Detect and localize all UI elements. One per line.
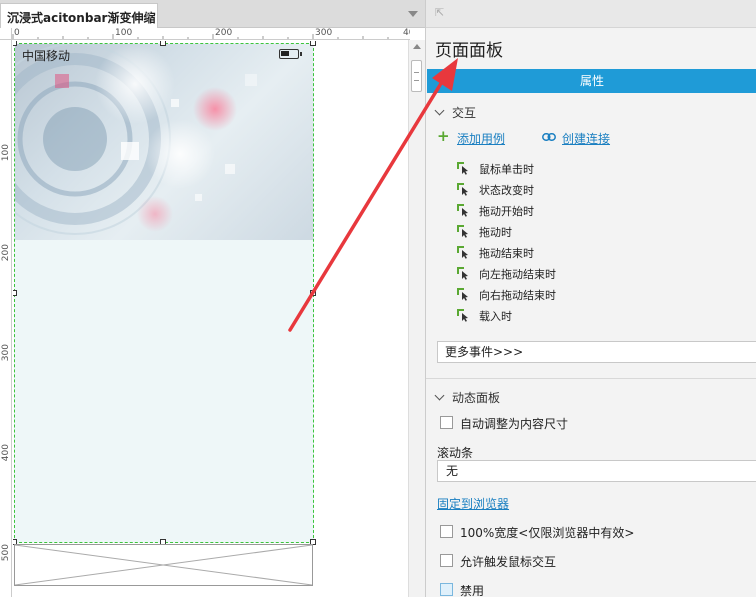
- event-trigger-icon: [457, 267, 468, 280]
- create-link-link[interactable]: 创建连接: [562, 130, 610, 147]
- horizontal-ruler: 0 100 200 300 40: [12, 28, 410, 40]
- ruler-tick-label: 300: [1, 344, 11, 362]
- allow-mouse-checkbox[interactable]: [440, 554, 453, 567]
- auto-fit-label: 自动调整为内容尺寸: [460, 417, 569, 431]
- ruler-corner: [0, 28, 12, 40]
- event-label: 状态改变时: [479, 184, 534, 197]
- event-label: 拖动时: [479, 226, 512, 239]
- resize-handle[interactable]: [310, 41, 316, 46]
- add-case-link[interactable]: 添加用例: [457, 130, 505, 147]
- design-canvas[interactable]: 中国移动: [13, 41, 408, 597]
- event-trigger-icon: [457, 225, 468, 238]
- close-tab-icon[interactable]: ×: [143, 8, 153, 22]
- interaction-section-header[interactable]: 交互: [434, 104, 477, 121]
- event-trigger-icon: [457, 309, 468, 322]
- ruler-tick-label: 400: [1, 444, 11, 462]
- width-100-checkbox[interactable]: [440, 525, 453, 538]
- tab-properties[interactable]: 属性: [427, 69, 756, 93]
- inspector-panel: ⇱ 页面面板 属性 交互 + 添加用例 创建连接 鼠标单击时状态改变时拖动开始时…: [425, 0, 756, 597]
- battery-icon: [279, 49, 302, 59]
- canvas-vertical-scrollbar[interactable]: [408, 40, 425, 597]
- event-label: 载入时: [479, 310, 512, 323]
- inspector-toolbar: ⇱: [426, 0, 756, 28]
- ruler-tick-label: 200: [1, 244, 11, 262]
- canvas-editor: 沉浸式acitonbar渐变伸缩 × 0 100 200 300 40 100: [0, 0, 425, 597]
- event-trigger-icon: [457, 204, 468, 217]
- section-title: 交互: [452, 106, 477, 120]
- more-events-dropdown[interactable]: 更多事件>>>: [437, 341, 756, 363]
- scrollbar-select[interactable]: 无: [437, 460, 756, 482]
- dynamic-panel-section-header[interactable]: 动态面板: [434, 389, 501, 406]
- scrollbar-field-label: 滚动条: [437, 446, 474, 460]
- ruler-tick-label: 500: [1, 544, 11, 562]
- link-icon: [542, 133, 556, 141]
- resize-handle[interactable]: [310, 290, 316, 296]
- auto-fit-checkbox[interactable]: [440, 416, 453, 429]
- header-banner-image: 中国移动: [15, 44, 313, 240]
- event-trigger-icon: [457, 288, 468, 301]
- panel-title: 页面面板: [435, 41, 503, 61]
- allow-mouse-label: 允许触发鼠标交互: [460, 555, 557, 569]
- dynamic-panel-widget[interactable]: 中国移动: [14, 43, 314, 543]
- ruler-tick-label: 100: [1, 144, 11, 162]
- event-trigger-icon: [457, 162, 468, 175]
- chevron-down-icon: [434, 390, 445, 401]
- document-tab[interactable]: 沉浸式acitonbar渐变伸缩 ×: [0, 3, 158, 28]
- document-tab-title: 沉浸式acitonbar渐变伸缩: [7, 11, 156, 25]
- section-divider: [426, 378, 756, 379]
- resize-handle[interactable]: [13, 41, 17, 46]
- resize-handle[interactable]: [160, 41, 166, 46]
- resize-handle[interactable]: [13, 290, 17, 296]
- ruler-ticks: [12, 34, 389, 39]
- chevron-down-icon: [434, 105, 445, 116]
- event-trigger-icon: [457, 183, 468, 196]
- section-title: 动态面板: [452, 391, 501, 405]
- vertical-ruler: 100 200 300 400 500: [0, 40, 12, 597]
- disable-label: 禁用: [460, 584, 485, 597]
- plus-icon: +: [437, 127, 450, 145]
- collapse-panel-icon[interactable]: ⇱: [435, 6, 444, 19]
- event-label: 向左拖动结束时: [479, 268, 556, 281]
- app-root: 沉浸式acitonbar渐变伸缩 × 0 100 200 300 40 100: [0, 0, 756, 597]
- image-placeholder-widget[interactable]: [14, 544, 313, 586]
- carrier-label: 中国移动: [22, 49, 71, 63]
- tab-list-dropdown-icon[interactable]: [408, 11, 418, 17]
- event-label: 拖动结束时: [479, 247, 534, 260]
- event-label: 拖动开始时: [479, 205, 534, 218]
- placeholder-cross: [15, 545, 312, 585]
- pin-to-browser-link[interactable]: 固定到浏览器: [437, 495, 509, 512]
- scrollbar-thumb[interactable]: [411, 60, 422, 92]
- document-tab-bar: 沉浸式acitonbar渐变伸缩 ×: [0, 0, 425, 28]
- banner-graphic: [15, 44, 257, 235]
- disable-checkbox[interactable]: [440, 583, 453, 596]
- event-label: 鼠标单击时: [479, 163, 534, 176]
- scroll-up-arrow-icon[interactable]: [413, 44, 421, 49]
- event-label: 向右拖动结束时: [479, 289, 556, 302]
- event-trigger-icon: [457, 246, 468, 259]
- width-100-label: 100%宽度<仅限浏览器中有效>: [460, 526, 635, 540]
